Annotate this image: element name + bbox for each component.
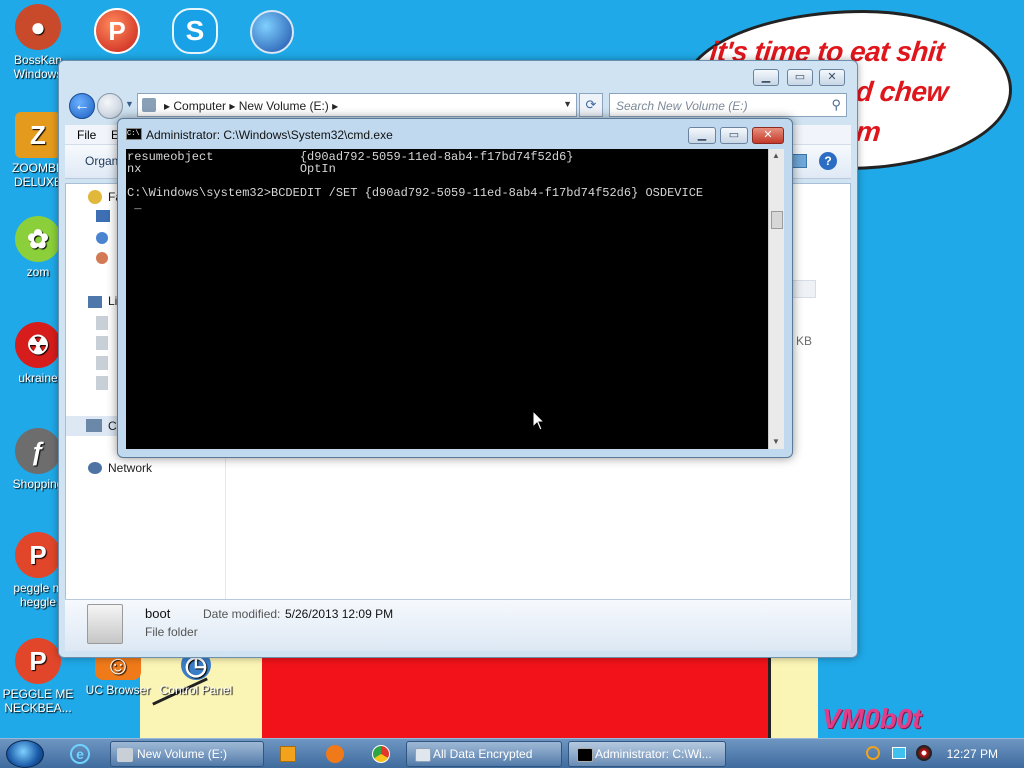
taskbar-button-explorer[interactable]: New Volume (E:) <box>110 741 264 767</box>
scroll-down-icon[interactable]: ▼ <box>772 437 780 446</box>
bosskan-icon: ● <box>15 4 61 50</box>
wallpaper-figure-right <box>768 656 818 740</box>
search-icon: ⚲ <box>831 97 841 112</box>
music-library-icon[interactable] <box>96 336 108 350</box>
uc-browser-icon[interactable] <box>326 745 344 763</box>
maximize-button[interactable]: ▭ <box>787 69 813 86</box>
details-date-label: Date modified: <box>203 607 281 621</box>
drive-icon <box>142 98 156 112</box>
flash-icon: ƒ <box>15 428 61 474</box>
documents-library-icon[interactable] <box>96 316 108 330</box>
watermark: VM0b0t <box>822 703 922 734</box>
network-icon <box>88 462 102 474</box>
tray-network-icon[interactable] <box>892 747 906 759</box>
back-button[interactable]: ← <box>69 93 95 119</box>
internet-explorer-icon[interactable]: e <box>70 744 90 764</box>
folder-icon <box>117 748 133 762</box>
breadcrumb-separator-icon: ▸ <box>332 99 339 113</box>
cmd-scrollbar[interactable]: ▲ ▼ <box>768 149 784 449</box>
details-date-value: 5/26/2013 12:09 PM <box>285 607 394 621</box>
libraries-icon <box>88 296 102 308</box>
nav-network[interactable]: Network <box>108 461 152 475</box>
cmd-window: C:\ Administrator: C:\Windows\System32\c… <box>117 118 793 458</box>
recent-places-icon[interactable] <box>96 252 108 264</box>
taskbar-button-all-data-encrypted[interactable]: All Data Encrypted <box>406 741 562 767</box>
globe-icon[interactable] <box>250 10 294 54</box>
favorites-star-icon <box>88 190 102 204</box>
desktop-icon-label: PEGGLE ME NECKBEA... <box>2 687 74 715</box>
wallpaper-figure-body <box>262 656 768 740</box>
taskbar-button-label: Administrator: C:\Wi... <box>595 747 712 761</box>
menu-file[interactable]: File <box>77 128 96 142</box>
preview-pane-icon[interactable] <box>791 154 807 168</box>
nav-libraries[interactable]: Li <box>108 294 117 308</box>
recent-pages-chevron-icon[interactable]: ▼ <box>125 99 134 109</box>
close-button[interactable]: ✕ <box>819 69 845 86</box>
scrollbar-thumb[interactable] <box>771 211 783 229</box>
desktop-folder-icon[interactable] <box>96 210 110 222</box>
forward-button[interactable] <box>97 93 123 119</box>
breadcrumb-separator-icon: ▸ <box>164 99 174 113</box>
breadcrumb: ▸ Computer ▸ New Volume (E:) ▸ <box>164 99 338 113</box>
tray-search-icon[interactable] <box>866 746 880 760</box>
size-unit: KB <box>796 334 813 348</box>
cmd-close-button[interactable]: ✕ <box>752 127 784 144</box>
breadcrumb-new-volume[interactable]: New Volume (E:) <box>239 99 329 113</box>
start-button[interactable] <box>6 740 44 768</box>
chrome-icon[interactable] <box>372 745 390 763</box>
videos-library-icon[interactable] <box>96 376 108 390</box>
cmd-icon: C:\ <box>126 128 142 140</box>
details-pane: boot Date modified: 5/26/2013 12:09 PM F… <box>65 599 851 651</box>
details-type: File folder <box>145 625 198 639</box>
console-cursor-line: _ <box>127 198 142 212</box>
bubble-text-line-2: d chew <box>854 76 950 107</box>
tray-app-icon[interactable] <box>916 745 932 761</box>
media-player-icon[interactable] <box>280 746 296 762</box>
minimize-button[interactable]: ▁ <box>753 69 779 86</box>
radiation-icon: ☢ <box>15 322 61 368</box>
zombie-flower-icon: ✿ <box>15 216 61 262</box>
skype-icon[interactable]: S <box>172 8 218 54</box>
taskbar-button-label: New Volume (E:) <box>137 747 228 761</box>
address-bar[interactable]: ▸ Computer ▸ New Volume (E:) ▸ ▼ <box>137 93 577 117</box>
column-header-stub <box>792 280 816 298</box>
cmd-console[interactable]: resumeobject {d90ad792-5059-11ed-8ab4-f1… <box>126 149 768 449</box>
breadcrumb-computer[interactable]: Computer <box>173 99 226 113</box>
cmd-minimize-button[interactable]: ▁ <box>688 127 716 144</box>
cmd-icon <box>577 748 593 762</box>
nav-computer: C <box>108 419 117 433</box>
desktop-icon-label: UC Browser <box>85 683 151 697</box>
search-input[interactable]: Search New Volume (E:) ⚲ <box>609 93 847 117</box>
taskbar-button-label: All Data Encrypted <box>433 747 533 761</box>
downloads-icon[interactable] <box>96 232 108 244</box>
breadcrumb-separator-icon: ▸ <box>229 99 239 113</box>
taskbar: e New Volume (E:) All Data Encrypted Adm… <box>0 738 1024 768</box>
folder-icon <box>87 604 123 644</box>
organize-button[interactable]: Organ <box>85 154 118 168</box>
computer-icon <box>86 419 102 432</box>
search-placeholder: Search New Volume (E:) <box>616 99 748 113</box>
window-icon <box>415 748 431 762</box>
details-name: boot <box>145 606 171 621</box>
peggle-icon: P <box>15 532 61 578</box>
cmd-title: Administrator: C:\Windows\System32\cmd.e… <box>146 128 393 142</box>
cmd-maximize-button[interactable]: ▭ <box>720 127 748 144</box>
help-icon[interactable]: ? <box>819 152 837 170</box>
desktop-icon-label: Control Panel <box>159 683 233 697</box>
clock[interactable]: 12:27 PM <box>947 747 998 761</box>
zoombe-icon: Z <box>15 112 61 158</box>
bubble-text-line-3: m <box>854 116 883 147</box>
peggle-icon: P <box>15 638 61 684</box>
console-line: nx OptIn <box>127 162 336 176</box>
peggle-icon[interactable]: P <box>94 8 140 54</box>
scroll-up-icon[interactable]: ▲ <box>772 151 780 160</box>
taskbar-button-cmd[interactable]: Administrator: C:\Wi... <box>568 741 726 767</box>
refresh-icon[interactable]: ⟳ <box>579 93 603 117</box>
console-line: C:\Windows\system32>BCDEDIT /SET {d90ad7… <box>127 186 704 200</box>
address-dropdown-icon[interactable]: ▼ <box>563 99 572 109</box>
mouse-cursor-icon <box>532 410 546 431</box>
pictures-library-icon[interactable] <box>96 356 108 370</box>
